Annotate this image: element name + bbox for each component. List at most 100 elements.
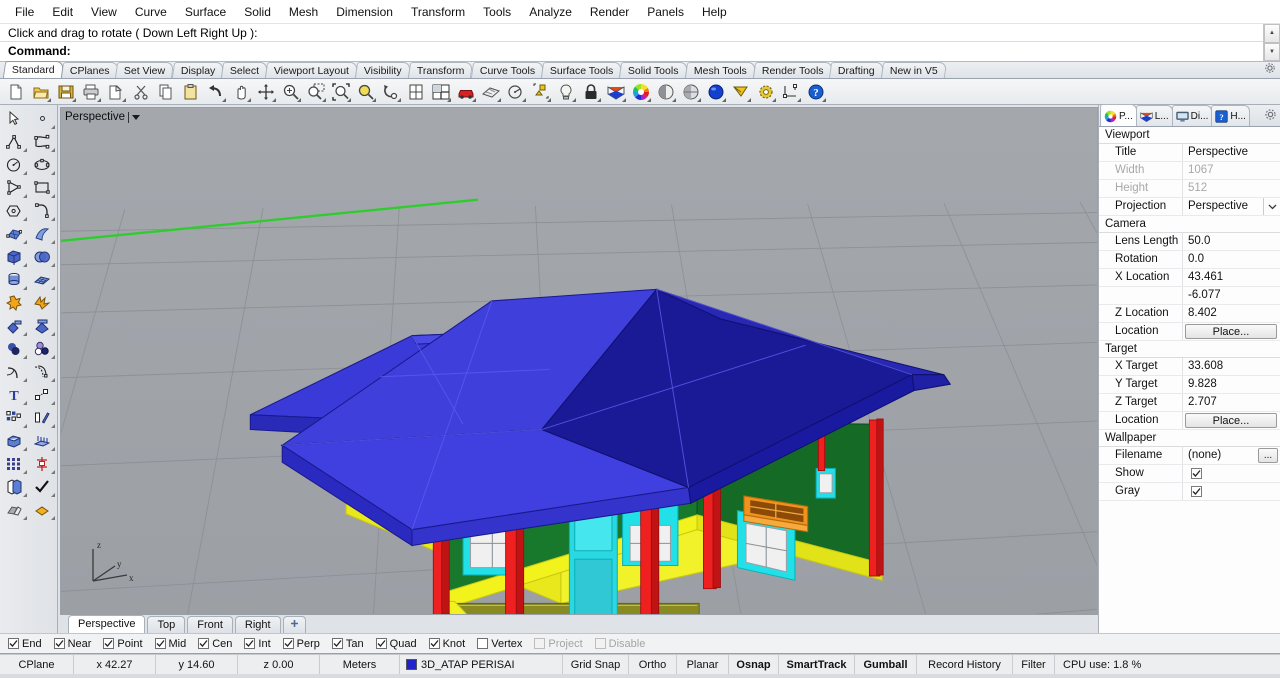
- flyout-arrow-icon[interactable]: [122, 97, 126, 102]
- circle-icon[interactable]: [0, 153, 28, 176]
- named-cplane-icon[interactable]: [479, 80, 503, 104]
- menu-item-view[interactable]: View: [82, 2, 126, 22]
- property-row-camera-location[interactable]: Location Place...: [1099, 323, 1280, 341]
- status-toggle-grid-snap[interactable]: Grid Snap: [563, 655, 629, 674]
- scroll-up-icon[interactable]: ▲: [1264, 24, 1280, 43]
- property-row-target-location[interactable]: Location Place...: [1099, 412, 1280, 430]
- viewport-tab-add[interactable]: [282, 616, 306, 633]
- flyout-arrow-icon[interactable]: [822, 97, 826, 102]
- toolbar-tab-select[interactable]: Select: [220, 62, 269, 78]
- osnap-checkbox[interactable]: [477, 638, 489, 649]
- render-object-icon[interactable]: [28, 498, 56, 521]
- open-file-icon[interactable]: [29, 80, 53, 104]
- flyout-arrow-icon[interactable]: [51, 355, 55, 359]
- menu-item-solid[interactable]: Solid: [235, 2, 280, 22]
- toolbar-tab-surface-tools[interactable]: Surface Tools: [540, 62, 623, 78]
- pan-icon[interactable]: [229, 80, 253, 104]
- toolbar-tab-render-tools[interactable]: Render Tools: [752, 62, 833, 78]
- chevron-down-icon[interactable]: [132, 114, 141, 120]
- toolbar-tab-display[interactable]: Display: [171, 62, 225, 78]
- flyout-arrow-icon[interactable]: [497, 97, 501, 102]
- flyout-arrow-icon[interactable]: [51, 171, 55, 175]
- property-value[interactable]: 0.0: [1183, 251, 1280, 268]
- osnap-checkbox[interactable]: [198, 638, 210, 649]
- point-icon[interactable]: [28, 107, 56, 130]
- ghosted-viewport-icon[interactable]: [679, 80, 703, 104]
- toolbar-tab-set-view[interactable]: Set View: [115, 62, 175, 78]
- cylinder-icon[interactable]: [0, 268, 28, 291]
- camera-place-button[interactable]: Place...: [1185, 324, 1277, 339]
- panel-tab-display[interactable]: Di...: [1171, 105, 1213, 126]
- flyout-arrow-icon[interactable]: [772, 97, 776, 102]
- flyout-arrow-icon[interactable]: [23, 194, 27, 198]
- status-toggle-ortho[interactable]: Ortho: [629, 655, 677, 674]
- menu-item-edit[interactable]: Edit: [43, 2, 82, 22]
- flyout-arrow-icon[interactable]: [647, 97, 651, 102]
- polygon-icon[interactable]: [0, 199, 28, 222]
- lock-icon[interactable]: [579, 80, 603, 104]
- property-row-gray[interactable]: Gray: [1099, 483, 1280, 501]
- explode-icon[interactable]: [28, 291, 56, 314]
- toolbar-tab-standard[interactable]: Standard: [2, 61, 64, 78]
- trim-icon[interactable]: [0, 314, 28, 337]
- render-properties-icon[interactable]: [754, 80, 778, 104]
- osnap-item-disable[interactable]: Disable: [594, 638, 645, 650]
- osnap-item-int[interactable]: Int: [244, 638, 271, 650]
- flyout-arrow-icon[interactable]: [51, 286, 55, 290]
- flyout-arrow-icon[interactable]: [51, 516, 55, 520]
- flyout-arrow-icon[interactable]: [747, 97, 751, 102]
- flyout-arrow-icon[interactable]: [51, 470, 55, 474]
- menu-item-help[interactable]: Help: [693, 2, 736, 22]
- menu-item-curve[interactable]: Curve: [126, 2, 176, 22]
- toolbar-tab-drafting[interactable]: Drafting: [829, 62, 885, 78]
- copy-icon[interactable]: [154, 80, 178, 104]
- property-value[interactable]: Perspective: [1183, 144, 1280, 161]
- osnap-checkbox[interactable]: [53, 638, 65, 649]
- perspective-viewport[interactable]: Perspective z y x: [60, 107, 1098, 615]
- surface-sweep-icon[interactable]: [28, 222, 56, 245]
- set-cplane-icon[interactable]: [504, 80, 528, 104]
- flyout-arrow-icon[interactable]: [297, 97, 301, 102]
- property-value[interactable]: 43.461: [1183, 269, 1280, 286]
- zoom-window-icon[interactable]: [304, 80, 328, 104]
- target-place-button[interactable]: Place...: [1185, 413, 1277, 428]
- flyout-arrow-icon[interactable]: [23, 470, 27, 474]
- menu-item-dimension[interactable]: Dimension: [327, 2, 402, 22]
- flyout-arrow-icon[interactable]: [347, 97, 351, 102]
- boolean-union-icon[interactable]: [0, 291, 28, 314]
- chevron-down-icon[interactable]: [1263, 198, 1280, 215]
- flyout-arrow-icon[interactable]: [23, 447, 27, 451]
- toolbar-tab-transform[interactable]: Transform: [407, 62, 474, 78]
- toolbar-tab-mesh-tools[interactable]: Mesh Tools: [684, 62, 756, 78]
- osnap-checkbox[interactable]: [594, 638, 606, 649]
- viewport-tab-top[interactable]: Top: [147, 616, 186, 633]
- flyout-arrow-icon[interactable]: [23, 217, 27, 221]
- split-icon[interactable]: [28, 314, 56, 337]
- osnap-item-vertex[interactable]: Vertex: [477, 638, 522, 650]
- sphere-icon[interactable]: [28, 245, 56, 268]
- flyout-arrow-icon[interactable]: [51, 424, 55, 428]
- move-object-icon[interactable]: [28, 383, 56, 406]
- help-icon[interactable]: ?: [804, 80, 828, 104]
- status-cplane[interactable]: CPlane: [0, 655, 74, 674]
- flyout-arrow-icon[interactable]: [447, 97, 451, 102]
- panel-tab-layers[interactable]: L...: [1135, 105, 1173, 126]
- panel-tab-properties[interactable]: P...: [1100, 104, 1137, 126]
- menu-item-tools[interactable]: Tools: [474, 2, 520, 22]
- osnap-checkbox[interactable]: [8, 638, 19, 649]
- toolbar-options-gear-icon[interactable]: [1264, 62, 1276, 77]
- flyout-arrow-icon[interactable]: [522, 97, 526, 102]
- scroll-down-icon[interactable]: ▼: [1264, 42, 1280, 61]
- light-bulb-icon[interactable]: [554, 80, 578, 104]
- flyout-arrow-icon[interactable]: [722, 97, 726, 102]
- new-file-icon[interactable]: [4, 80, 28, 104]
- save-file-icon[interactable]: [54, 80, 78, 104]
- flyout-arrow-icon[interactable]: [51, 194, 55, 198]
- undo-icon[interactable]: [204, 80, 228, 104]
- offset-curve-icon[interactable]: [28, 360, 56, 383]
- viewport-tab-right[interactable]: Right: [234, 616, 281, 633]
- flyout-arrow-icon[interactable]: [72, 97, 76, 102]
- osnap-checkbox[interactable]: [154, 638, 166, 649]
- browse-file-button[interactable]: ...: [1258, 448, 1278, 463]
- property-row-show[interactable]: Show: [1099, 465, 1280, 483]
